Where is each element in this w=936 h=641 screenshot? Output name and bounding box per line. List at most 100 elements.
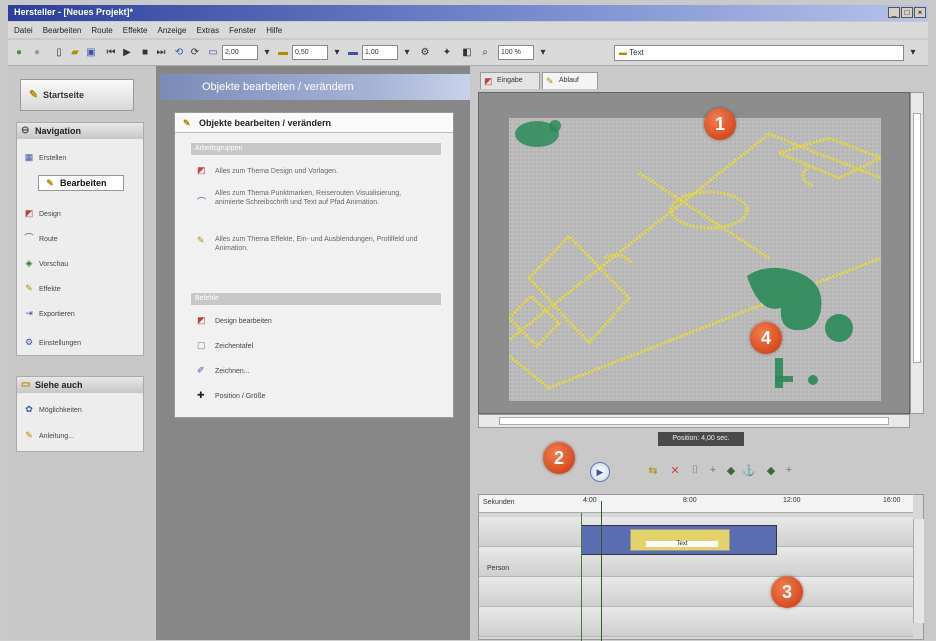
menu-bar: Datei Bearbeiten Route Effekte Anzeige E…	[8, 22, 928, 38]
text-clip[interactable]: Text	[581, 525, 777, 555]
settings-icon[interactable]: ⚙	[418, 45, 432, 61]
play-icon[interactable]: ▶	[120, 45, 134, 61]
menu-fenster[interactable]: Fenster	[229, 26, 256, 35]
timeline-track[interactable]	[479, 607, 913, 637]
object-combo[interactable]: ▬ Text	[614, 45, 904, 61]
dropdown-icon[interactable]: ▾	[260, 45, 274, 61]
playhead[interactable]	[601, 501, 602, 641]
cmd-zeichentafel[interactable]: Zeichentafel	[215, 342, 253, 352]
nav-effekte[interactable]: ✎ Effekte	[22, 281, 60, 295]
startseite-button[interactable]: ✎ Startseite	[20, 79, 134, 111]
dropdown-icon[interactable]: ▾	[400, 45, 414, 61]
edit-icon: ✎	[46, 178, 54, 188]
close-button[interactable]: ×	[914, 7, 926, 18]
move-icon: ✚	[197, 390, 205, 400]
nav-vorschau[interactable]: ◈ Vorschau	[22, 256, 69, 270]
play-green-icon[interactable]: ●	[12, 45, 26, 61]
cmd-position-groesse[interactable]: Position / Größe	[215, 392, 266, 402]
badge-2: 2	[543, 442, 575, 474]
menu-hilfe[interactable]: Hilfe	[266, 26, 282, 35]
timeline-vertical-scrollbar[interactable]	[913, 519, 924, 623]
skip-end-icon[interactable]: ⏭	[154, 45, 168, 61]
design-icon: ◩	[24, 208, 34, 218]
split-icon[interactable]: ⌷	[688, 464, 702, 477]
new-file-icon[interactable]: ▯	[52, 45, 66, 61]
link-icon[interactable]: ⇆	[646, 464, 660, 477]
time-ruler[interactable]: Sekunden 4:00 8:00 12:00 16:00	[479, 495, 913, 513]
speed-select[interactable]: 100 %	[498, 45, 534, 60]
search-icon[interactable]: ⌕	[478, 45, 492, 61]
zoom3-select[interactable]: 1,00	[362, 45, 398, 60]
zoom-icon[interactable]: ▭	[206, 45, 220, 61]
nav-bearbeiten[interactable]: ✎ Bearbeiten	[38, 175, 124, 191]
open-folder-icon[interactable]: ▰	[68, 45, 82, 61]
nav-erstellen[interactable]: ▦ Erstellen	[22, 150, 67, 164]
timeline-play-button[interactable]: ▶	[590, 462, 610, 482]
dropdown-icon[interactable]: ▾	[330, 45, 344, 61]
create-icon: ▦	[24, 152, 34, 162]
speed-icon[interactable]: ▬	[276, 45, 290, 61]
see-also-header[interactable]: ▭ Siehe auch	[17, 377, 143, 393]
delete-icon[interactable]: ✕	[668, 464, 682, 477]
cmd-zeichnen[interactable]: Zeichnen...	[215, 367, 250, 377]
save-icon[interactable]: ▣	[84, 45, 98, 61]
zoom1-select[interactable]: 2,00	[222, 45, 258, 60]
add-keyframe-icon[interactable]: +	[782, 464, 796, 476]
tick-8: 8:00	[683, 497, 697, 504]
dropdown-icon[interactable]: ▾	[906, 45, 920, 61]
design-group-icon: ◩	[197, 165, 206, 175]
nav-einstellungen[interactable]: ⚙ Einstellungen	[22, 335, 81, 349]
folder-icon: ▭	[21, 379, 31, 390]
scale-icon[interactable]: ▬	[346, 45, 360, 61]
sequence-tab-icon: ✎	[546, 76, 554, 86]
design-edit-icon: ◩	[197, 315, 206, 325]
field-background	[509, 118, 881, 401]
tab-ablauf[interactable]: ✎ Ablauf	[542, 72, 598, 89]
minimize-button[interactable]: _	[888, 7, 900, 18]
see-also-moeglichkeiten[interactable]: ✿ Möglichkeiten	[22, 402, 82, 416]
keyframe-icon[interactable]: ◆	[764, 464, 778, 477]
vertical-scroll-thumb[interactable]	[913, 113, 921, 363]
drawing-board-icon: ▢	[197, 340, 206, 350]
canvas-horizontal-scrollbar[interactable]	[478, 414, 910, 428]
edit-objects-title: Objekte bearbeiten / verändern	[199, 118, 332, 128]
collapse-icon: ⊖	[21, 125, 30, 136]
dropdown-icon[interactable]: ▾	[536, 45, 550, 61]
cmd-design-bearbeiten[interactable]: Design bearbeiten	[215, 317, 272, 327]
timeline-track[interactable]	[479, 577, 913, 607]
maximize-button[interactable]: □	[901, 7, 913, 18]
menu-effekte[interactable]: Effekte	[123, 26, 148, 35]
nav-exportieren[interactable]: ⇥ Exportieren	[22, 306, 75, 320]
group-route-text[interactable]: Alles zum Thema Punktmarken, Reiserouten…	[215, 189, 425, 207]
stop-icon[interactable]: ■	[138, 45, 152, 61]
menu-bearbeiten[interactable]: Bearbeiten	[43, 26, 82, 35]
clip-start-marker	[581, 513, 582, 641]
view-icon[interactable]: ◧	[460, 45, 474, 61]
redo-icon[interactable]: ⟳	[188, 45, 202, 61]
anchor-icon[interactable]: ⚓	[742, 464, 756, 477]
pencil-icon: ✎	[183, 118, 191, 128]
group-design-text[interactable]: Alles zum Thema Design und Vorlagen.	[215, 167, 425, 176]
diamond-icon[interactable]: ◆	[724, 464, 738, 477]
see-also-anleitung[interactable]: ✎ Anleitung...	[22, 428, 74, 442]
navigation-header[interactable]: ⊖ Navigation	[17, 123, 143, 139]
nav-design[interactable]: ◩ Design	[22, 206, 61, 220]
menu-route[interactable]: Route	[91, 26, 112, 35]
tool-icon[interactable]: ✦	[440, 45, 454, 61]
canvas-vertical-scrollbar[interactable]	[910, 92, 924, 414]
menu-extras[interactable]: Extras	[196, 26, 219, 35]
loop-icon[interactable]: ⟲	[172, 45, 186, 61]
football-field-canvas[interactable]	[509, 118, 881, 401]
effects-icon: ✎	[25, 283, 33, 293]
tab-eingabe[interactable]: ◩ Eingabe	[480, 72, 540, 89]
add-small-icon[interactable]: +	[706, 464, 720, 476]
nav-route[interactable]: ⌒ Route	[22, 231, 57, 245]
zoom2-select[interactable]: 0,50	[292, 45, 328, 60]
horizontal-scroll-thumb[interactable]	[499, 417, 889, 425]
group-effects-text[interactable]: Alles zum Thema Effekte, Ein- und Ausble…	[215, 235, 425, 253]
menu-datei[interactable]: Datei	[14, 26, 33, 35]
track-name: Person	[487, 565, 510, 572]
skip-start-icon[interactable]: ⏮	[104, 45, 118, 61]
menu-anzeige[interactable]: Anzeige	[158, 26, 187, 35]
record-icon[interactable]: ●	[30, 45, 44, 61]
